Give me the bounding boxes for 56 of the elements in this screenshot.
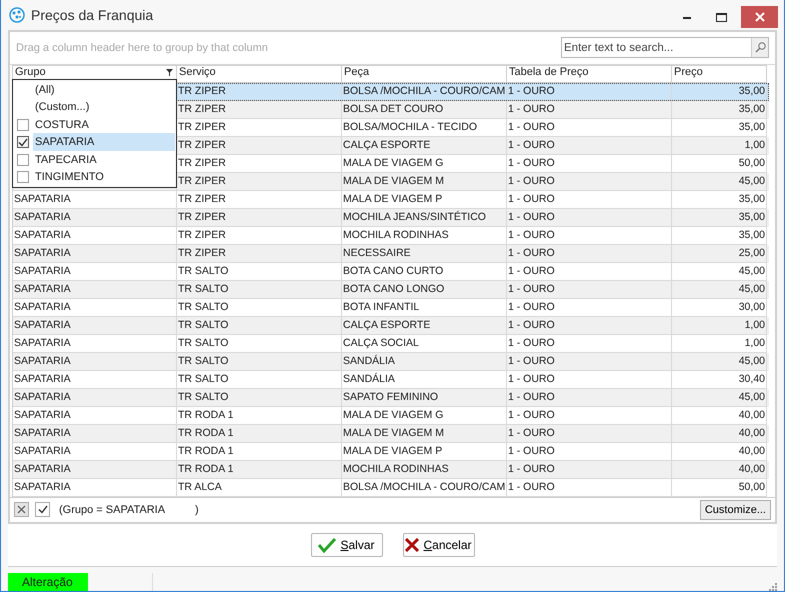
maximize-icon <box>716 12 726 22</box>
app-logo-icon <box>9 6 25 23</box>
cross-icon <box>405 538 420 552</box>
table-row[interactable]: SAPATARIA TR ALCA BOLSA /MOCHILA - COURO/CAM 1 - OURO 50,00 <box>13 478 769 497</box>
dropdown-item[interactable]: SAPATARIA <box>33 133 175 151</box>
minimize-icon <box>683 16 691 18</box>
table-row[interactable]: SAPATARIA TR RODA 1 MALA DE VIAGEM M 1 - OURO 40,00 <box>13 424 769 443</box>
clear-filter-button[interactable] <box>14 502 29 518</box>
table-row[interactable]: SAPATARIA TR SALTO CALÇA SOCIAL 1 - OURO 1,00 <box>13 334 769 353</box>
save-button[interactable]: Salvar <box>310 532 382 557</box>
checkmark-icon <box>318 536 336 553</box>
close-icon <box>17 505 26 514</box>
table-row[interactable]: SAPATARIA TR SALTO BOTA CANO CURTO 1 - OURO 45,00 <box>13 262 769 281</box>
close-icon <box>754 12 764 22</box>
filter-expression: (Grupo = SAPATARIA ) <box>58 504 200 516</box>
column-header[interactable]: Peça <box>342 64 507 83</box>
filter-icon[interactable] <box>166 68 173 76</box>
table-row[interactable]: SAPATARIA TR SALTO SAPATO FEMININO 1 - OURO 45,00 <box>13 388 769 407</box>
search-field[interactable]: Enter text to search... <box>561 37 769 58</box>
checkbox[interactable] <box>17 171 29 184</box>
dropdown-item[interactable]: (All) <box>33 80 175 98</box>
column-header[interactable]: Serviço <box>177 64 342 83</box>
checkbox[interactable] <box>17 118 29 131</box>
table-row[interactable]: SAPATARIA TR RODA 1 MOCHILA RODINHAS 1 - OURO 40,00 <box>13 460 769 479</box>
check-icon <box>38 505 48 514</box>
table-row[interactable]: SAPATARIA TR SALTO SANDÁLIA 1 - OURO 30,40 <box>13 370 769 389</box>
table-row[interactable]: SAPATARIA TR RODA 1 MALA DE VIAGEM G 1 - OURO 40,00 <box>13 406 769 425</box>
checkbox[interactable] <box>17 154 29 166</box>
table-row[interactable]: SAPATARIA TR ZIPER NECESSAIRE 1 - OURO 25,00 <box>13 244 769 263</box>
check-icon <box>18 138 28 147</box>
table-cell: BOLSA /MOCHILA - COURO/CAM <box>342 478 507 497</box>
cancel-button[interactable]: Cancelar <box>402 532 474 557</box>
table-row[interactable]: SAPATARIA TR RODA 1 MALA DE VIAGEM P 1 - OURO 40,00 <box>13 442 769 461</box>
group-by-hint: Drag a column header here to group by that column <box>16 42 269 54</box>
checkbox[interactable] <box>17 136 29 148</box>
table-row[interactable]: SAPATARIA TR SALTO BOTA CANO LONGO 1 - OURO 45,00 <box>13 280 769 299</box>
table-row[interactable]: SAPATARIA TR SALTO SANDÁLIA 1 - OURO 45,00 <box>13 352 769 371</box>
filter-checkbox[interactable] <box>35 502 50 518</box>
table-row[interactable]: SAPATARIA TR SALTO CALÇA ESPORTE 1 - OURO 1,00 <box>13 316 769 335</box>
table-row[interactable]: SAPATARIA TR ZIPER MOCHILA JEANS/SINTÉTICO 1 - OURO 35,00 <box>13 208 769 227</box>
status-text: Alteração <box>8 573 88 591</box>
table-cell: 50,00 <box>672 478 767 497</box>
resize-grip-icon <box>769 583 777 591</box>
table-row[interactable]: SAPATARIA TR ZIPER MALA DE VIAGEM P 1 - OURO 35,00 <box>13 190 769 209</box>
table-cell: TR ALCA <box>177 478 342 497</box>
column-header[interactable]: Preço <box>672 64 767 83</box>
dropdown-item[interactable]: (Custom...) <box>33 98 175 116</box>
table-row[interactable]: SAPATARIA TR SALTO BOTA INFANTIL 1 - OURO 30,00 <box>13 298 769 317</box>
search-icon[interactable] <box>751 38 768 58</box>
close-button[interactable] <box>741 6 778 28</box>
table-row[interactable]: SAPATARIA TR ZIPER MOCHILA RODINHAS 1 - OURO 35,00 <box>13 226 769 245</box>
column-header[interactable]: Tabela de Preço <box>507 64 672 83</box>
table-cell: 1 - OURO <box>507 478 672 497</box>
table-cell: SAPATARIA <box>13 478 177 497</box>
window-title: Preços da Franquia <box>31 6 154 23</box>
customize-button[interactable]: Customize... <box>700 500 771 520</box>
